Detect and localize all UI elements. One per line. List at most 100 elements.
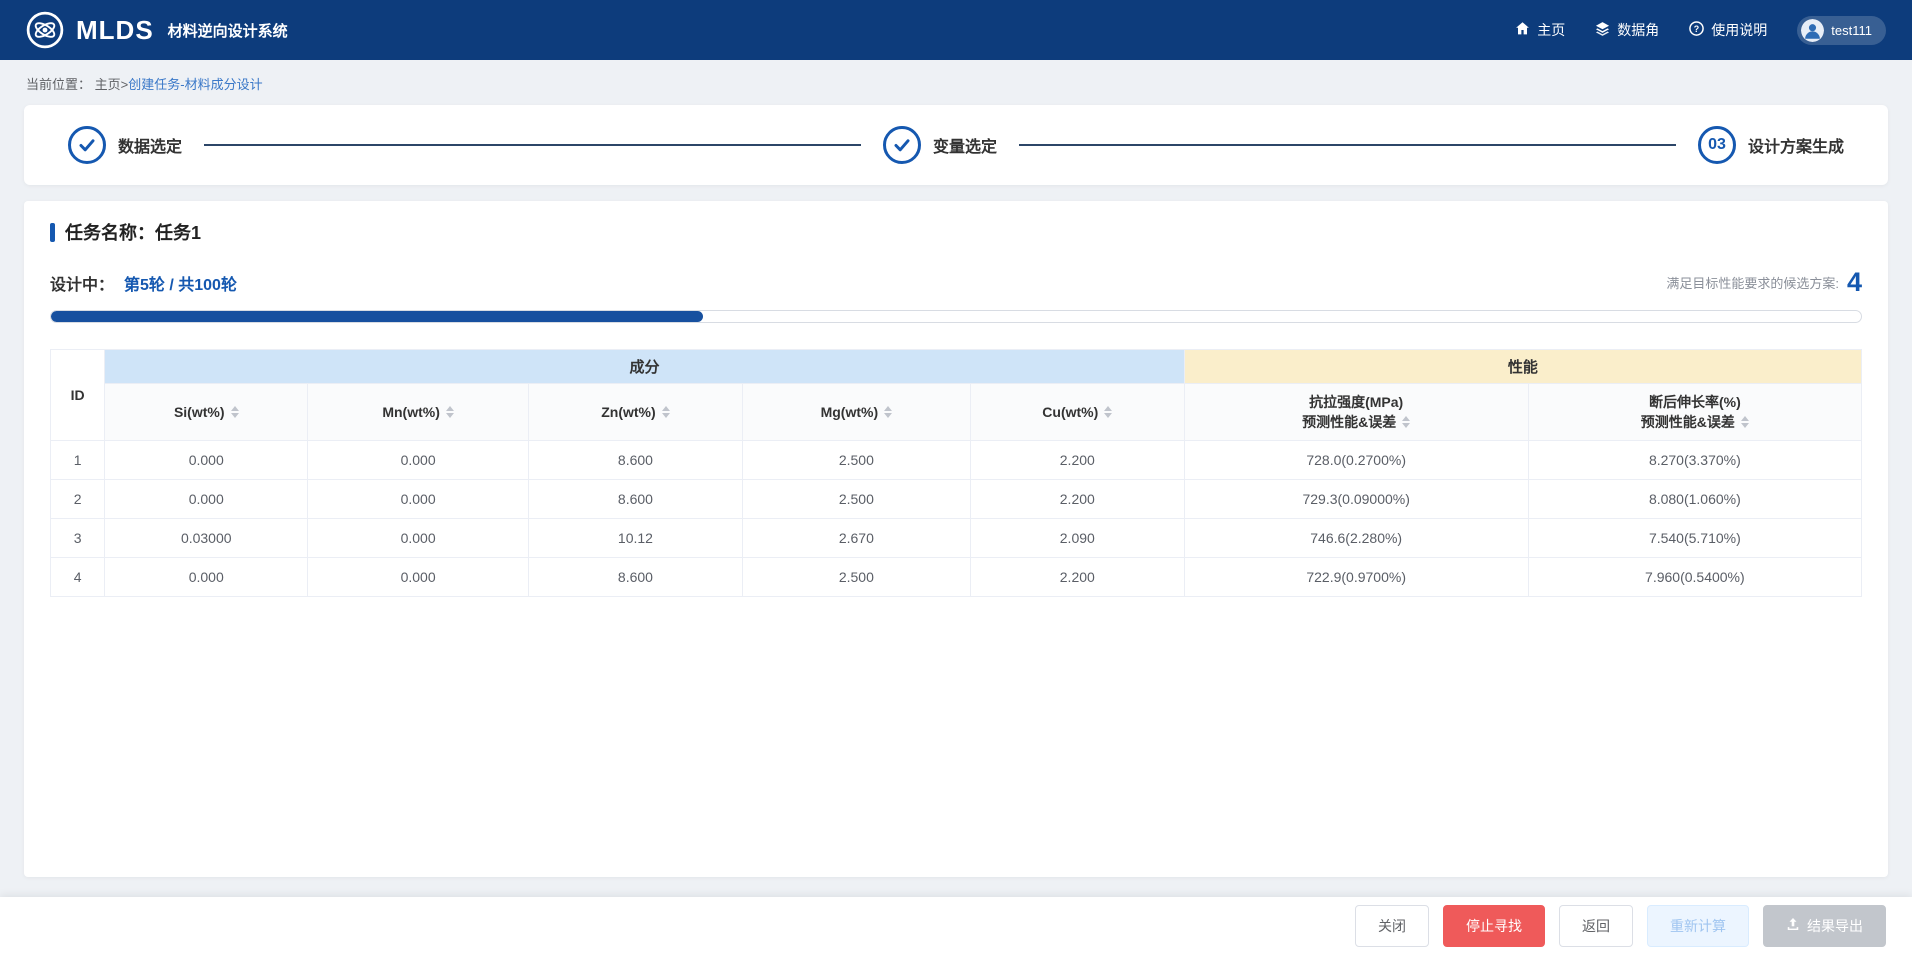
help-icon: ? xyxy=(1689,21,1704,39)
back-button[interactable]: 返回 xyxy=(1559,905,1633,947)
col-header-si[interactable]: Si(wt%) xyxy=(105,384,308,441)
step-label: 变量选定 xyxy=(933,133,997,157)
export-results-button[interactable]: 结果导出 xyxy=(1763,905,1886,947)
row-id: 2 xyxy=(51,480,105,519)
cell-cu: 2.090 xyxy=(970,519,1184,558)
progress-fill xyxy=(51,311,703,322)
nav-link-data[interactable]: 数据角 xyxy=(1595,20,1659,40)
cell-zn: 8.600 xyxy=(529,480,743,519)
col-header-tensile-strength[interactable]: 抗拉强度(MPa) 预测性能&误差 xyxy=(1184,384,1528,441)
top-navbar: MLDS 材料逆向设计系统 主页 数据角 ? xyxy=(0,0,1912,60)
cell-si: 0.03000 xyxy=(105,519,308,558)
column-header-row: Si(wt%) Mn(wt%) Zn(wt%) Mg(wt%) Cu(wt%) xyxy=(51,384,1862,441)
step-done-check-icon xyxy=(68,126,106,164)
cell-elongation: 7.960(0.5400%) xyxy=(1528,558,1861,597)
step-variable-selection: 变量选定 xyxy=(883,126,997,164)
candidates-label: 满足目标性能要求的候选方案: xyxy=(1666,273,1839,292)
cell-mn: 0.000 xyxy=(308,519,529,558)
data-icon xyxy=(1595,21,1610,39)
nav-link-label: 使用说明 xyxy=(1711,20,1767,40)
username: test111 xyxy=(1831,23,1872,38)
cell-zn: 10.12 xyxy=(529,519,743,558)
breadcrumb-root[interactable]: 主页 xyxy=(95,77,121,92)
cell-mg: 2.670 xyxy=(742,519,970,558)
sort-icon[interactable] xyxy=(1104,406,1112,418)
row-id: 4 xyxy=(51,558,105,597)
home-icon xyxy=(1515,21,1530,39)
action-footer: 关闭 停止寻找 返回 重新计算 结果导出 xyxy=(0,897,1912,954)
cell-mg: 2.500 xyxy=(742,480,970,519)
cell-si: 0.000 xyxy=(105,558,308,597)
stop-search-button[interactable]: 停止寻找 xyxy=(1443,905,1545,947)
step-connector xyxy=(204,144,861,146)
table-row: 4 0.000 0.000 8.600 2.500 2.200 722.9(0.… xyxy=(51,558,1862,597)
group-header-performance: 性能 xyxy=(1184,350,1861,384)
cell-cu: 2.200 xyxy=(970,480,1184,519)
step-done-check-icon xyxy=(883,126,921,164)
nav-link-help[interactable]: ? 使用说明 xyxy=(1689,20,1767,40)
sort-icon[interactable] xyxy=(1741,416,1749,428)
svg-text:?: ? xyxy=(1694,24,1699,34)
nav-link-label: 数据角 xyxy=(1617,20,1659,40)
close-button[interactable]: 关闭 xyxy=(1355,905,1429,947)
cell-mg: 2.500 xyxy=(742,558,970,597)
cell-elongation: 8.270(3.370%) xyxy=(1528,441,1861,480)
task-title: 任务名称：任务1 xyxy=(50,219,1862,245)
cell-cu: 2.200 xyxy=(970,558,1184,597)
brand-subtitle: 材料逆向设计系统 xyxy=(168,20,288,41)
table-row: 3 0.03000 0.000 10.12 2.670 2.090 746.6(… xyxy=(51,519,1862,558)
col-header-elongation[interactable]: 断后伸长率(%) 预测性能&误差 xyxy=(1528,384,1861,441)
export-icon xyxy=(1786,917,1800,934)
group-header-row: ID 成分 性能 xyxy=(51,350,1862,384)
task-title-label: 任务名称：任务1 xyxy=(65,219,201,245)
table-row: 1 0.000 0.000 8.600 2.500 2.200 728.0(0.… xyxy=(51,441,1862,480)
cell-tensile: 728.0(0.2700%) xyxy=(1184,441,1528,480)
app-logo-atom-icon xyxy=(26,11,64,49)
user-avatar-icon xyxy=(1801,19,1824,42)
nav-right: 主页 数据角 ? 使用说明 xyxy=(1515,16,1886,45)
nav-link-home[interactable]: 主页 xyxy=(1515,20,1565,40)
design-status-row: 设计中： 第5轮 / 共100轮 满足目标性能要求的候选方案: 4 xyxy=(50,267,1862,298)
cell-zn: 8.600 xyxy=(529,441,743,480)
brand-name: MLDS xyxy=(76,15,154,46)
cell-mg: 2.500 xyxy=(742,441,970,480)
sort-icon[interactable] xyxy=(446,406,454,418)
round-progress-text: 第5轮 / 共100轮 xyxy=(124,271,237,295)
cell-tensile: 722.9(0.9700%) xyxy=(1184,558,1528,597)
cell-elongation: 8.080(1.060%) xyxy=(1528,480,1861,519)
sort-icon[interactable] xyxy=(231,406,239,418)
cell-cu: 2.200 xyxy=(970,441,1184,480)
table-row: 2 0.000 0.000 8.600 2.500 2.200 729.3(0.… xyxy=(51,480,1862,519)
results-table: ID 成分 性能 Si(wt%) Mn(wt%) Zn(wt%) M xyxy=(50,349,1862,597)
recalculate-button[interactable]: 重新计算 xyxy=(1647,905,1749,947)
breadcrumb-current[interactable]: 创建任务-材料成分设计 xyxy=(128,77,262,92)
step-number-icon: 03 xyxy=(1698,126,1736,164)
breadcrumb-prefix: 当前位置： xyxy=(26,77,91,92)
row-id: 3 xyxy=(51,519,105,558)
cell-si: 0.000 xyxy=(105,441,308,480)
sort-icon[interactable] xyxy=(662,406,670,418)
cell-zn: 8.600 xyxy=(529,558,743,597)
brand: MLDS 材料逆向设计系统 xyxy=(26,11,288,49)
stepper: 数据选定 变量选定 03 设计方案生成 xyxy=(24,105,1888,185)
step-label: 设计方案生成 xyxy=(1748,133,1844,157)
step-connector xyxy=(1019,144,1676,146)
candidates-count: 4 xyxy=(1847,267,1862,298)
cell-tensile: 729.3(0.09000%) xyxy=(1184,480,1528,519)
title-accent-bar xyxy=(50,223,55,242)
task-panel: 任务名称：任务1 设计中： 第5轮 / 共100轮 满足目标性能要求的候选方案:… xyxy=(24,201,1888,877)
sort-icon[interactable] xyxy=(1402,416,1410,428)
col-header-mg[interactable]: Mg(wt%) xyxy=(742,384,970,441)
col-header-zn[interactable]: Zn(wt%) xyxy=(529,384,743,441)
task-title-value: 任务1 xyxy=(155,223,201,243)
cell-mn: 0.000 xyxy=(308,441,529,480)
group-header-composition: 成分 xyxy=(105,350,1184,384)
progress-bar xyxy=(50,310,1862,323)
col-header-cu[interactable]: Cu(wt%) xyxy=(970,384,1184,441)
user-menu[interactable]: test111 xyxy=(1797,16,1886,45)
step-design-generation: 03 设计方案生成 xyxy=(1698,126,1844,164)
row-id: 1 xyxy=(51,441,105,480)
col-header-mn[interactable]: Mn(wt%) xyxy=(308,384,529,441)
sort-icon[interactable] xyxy=(884,406,892,418)
step-label: 数据选定 xyxy=(118,133,182,157)
